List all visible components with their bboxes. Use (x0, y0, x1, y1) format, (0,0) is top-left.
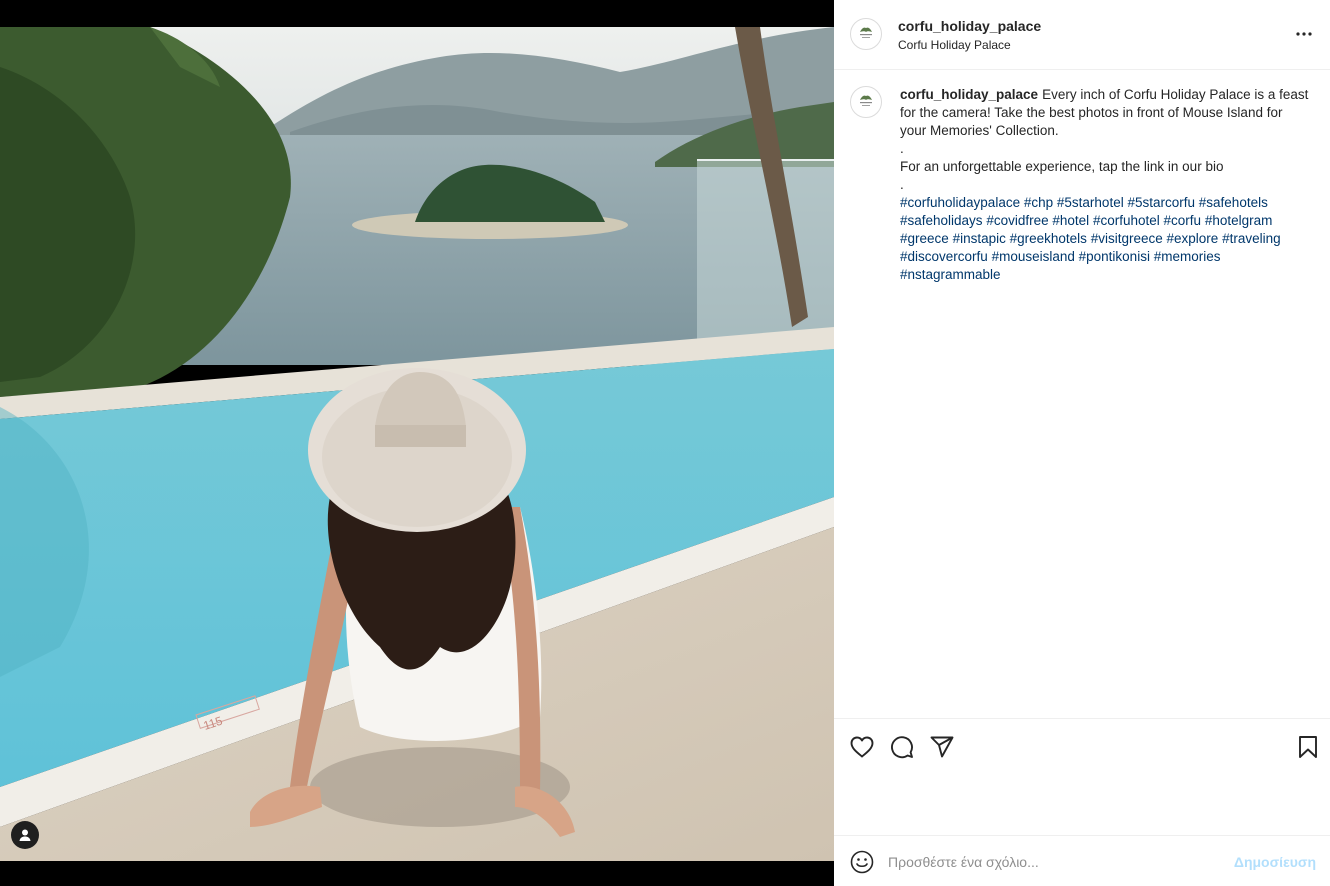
hashtag-link[interactable]: #nstagrammable (900, 267, 1001, 282)
hashtag-link[interactable]: #traveling (1222, 231, 1281, 246)
caption-dot-1: . (900, 141, 904, 156)
hashtag-link[interactable]: #greekhotels (1010, 231, 1087, 246)
hashtag-link[interactable]: #corfuholidaypalace (900, 195, 1020, 210)
avatar[interactable] (850, 18, 882, 50)
caption-avatar[interactable] (850, 86, 882, 118)
caption-area: corfu_holiday_palace Every inch of Corfu … (834, 70, 1330, 718)
heart-icon (850, 736, 874, 758)
share-button[interactable] (928, 733, 956, 761)
hashtag-link[interactable]: #pontikonisi (1079, 249, 1150, 264)
comment-button[interactable] (888, 733, 916, 761)
hashtag-link[interactable]: #discovercorfu (900, 249, 988, 264)
hashtag-link[interactable]: #hotel (1052, 213, 1089, 228)
hashtag-link[interactable]: #explore (1167, 231, 1219, 246)
hashtag-link[interactable]: #5starcorfu (1127, 195, 1195, 210)
post-photo[interactable]: 115 (0, 27, 834, 861)
emoji-button[interactable] (850, 850, 874, 874)
caption-line-2: For an unforgettable experience, tap the… (900, 159, 1224, 174)
caption-text: corfu_holiday_palace Every inch of Corfu … (900, 86, 1310, 284)
hashtag-link[interactable]: #corfu (1164, 213, 1202, 228)
tag-user-button[interactable] (11, 821, 39, 849)
hashtag-link[interactable]: #hotelgram (1205, 213, 1273, 228)
bookmark-icon (1299, 736, 1317, 758)
hotel-logo-icon (860, 95, 872, 106)
hashtag-link[interactable]: #5starhotel (1057, 195, 1124, 210)
user-icon (19, 829, 31, 841)
post-actions-bar (834, 718, 1330, 835)
post-side-panel: corfu_holiday_palace Corfu Holiday Palac… (834, 0, 1330, 886)
smiley-icon (850, 850, 874, 874)
photo-panel: 115 (0, 0, 834, 886)
hashtag-link[interactable]: #safeholidays (900, 213, 983, 228)
like-button[interactable] (848, 733, 876, 761)
more-horizontal-icon (1296, 32, 1312, 36)
post-comment-button[interactable]: Δημοσίευση (1234, 854, 1316, 870)
hashtag-list: #corfuholidaypalace #chp #5starhotel #5s… (900, 194, 1310, 284)
hashtag-link[interactable]: #memories (1154, 249, 1221, 264)
add-comment-form: Δημοσίευση (834, 835, 1330, 886)
hashtag-link[interactable]: #mouseisland (992, 249, 1075, 264)
hashtag-link[interactable]: #visitgreece (1091, 231, 1163, 246)
hashtag-link[interactable]: #chp (1024, 195, 1053, 210)
hashtag-link[interactable]: #instapic (953, 231, 1006, 246)
comment-bubble-icon (891, 736, 913, 759)
post-header: corfu_holiday_palace Corfu Holiday Palac… (834, 0, 1330, 70)
more-options-button[interactable] (1294, 26, 1314, 42)
caption-username[interactable]: corfu_holiday_palace (900, 87, 1038, 102)
paper-plane-icon (930, 736, 954, 758)
save-button[interactable] (1294, 733, 1322, 761)
hashtag-link[interactable]: #covidfree (986, 213, 1048, 228)
caption-dot-2: . (900, 177, 904, 192)
post-photo-illustration: 115 (0, 27, 834, 861)
hotel-logo-icon (860, 27, 872, 38)
post-location[interactable]: Corfu Holiday Palace (898, 38, 1011, 52)
hashtag-link[interactable]: #safehotels (1199, 195, 1268, 210)
post-author-username[interactable]: corfu_holiday_palace (898, 18, 1041, 34)
comment-input[interactable] (888, 852, 1228, 872)
hashtag-link[interactable]: #greece (900, 231, 949, 246)
hashtag-link[interactable]: #corfuhotel (1093, 213, 1160, 228)
